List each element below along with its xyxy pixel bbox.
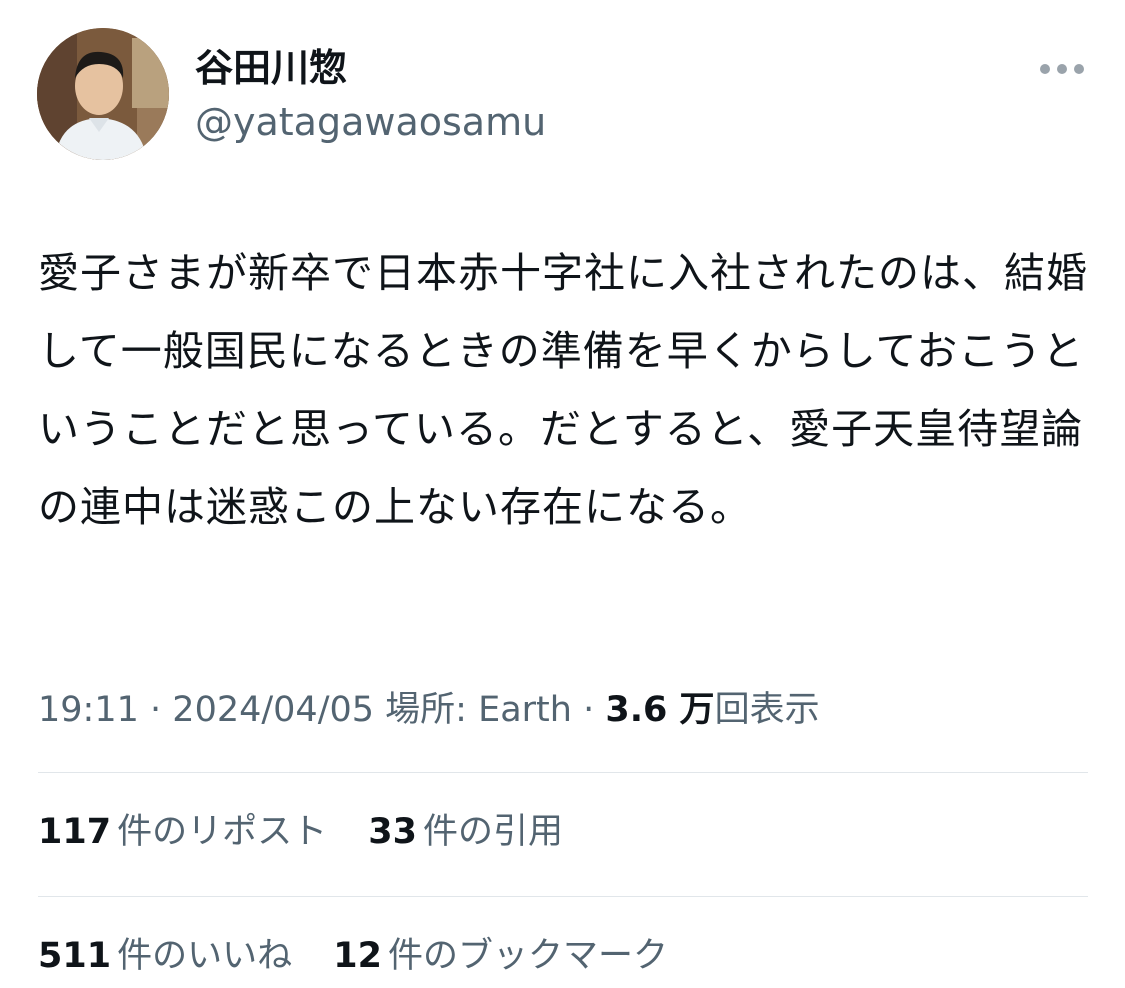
- tweet-time[interactable]: 19:11: [38, 690, 139, 730]
- view-count-label: 回表示: [714, 690, 820, 730]
- likes-count: 511: [38, 936, 112, 976]
- reposts-stat[interactable]: 117 件のリポスト: [38, 806, 327, 858]
- stats-row-likes: 511 件のいいね 12 件のブックマーク: [38, 930, 698, 982]
- likes-stat[interactable]: 511 件のいいね: [38, 930, 292, 982]
- divider: [38, 896, 1088, 897]
- quotes-count: 33: [368, 812, 417, 852]
- quotes-stat[interactable]: 33 件の引用: [368, 806, 563, 858]
- reposts-label: 件のリポスト: [117, 812, 328, 852]
- bookmarks-count: 12: [333, 936, 382, 976]
- meta-separator: ·: [583, 690, 595, 730]
- tweet-meta: 19:11 · 2024/04/05 場所: Earth · 3.6 万回表示: [38, 684, 820, 736]
- user-handle[interactable]: @yatagawaosamu: [195, 98, 546, 146]
- more-options-button[interactable]: [1030, 52, 1094, 84]
- likes-label: 件のいいね: [117, 936, 293, 976]
- tweet-location: 場所: Earth: [385, 690, 572, 730]
- tweet-date[interactable]: 2024/04/05: [172, 690, 374, 730]
- more-horizontal-icon: [1040, 64, 1050, 74]
- avatar[interactable]: [37, 28, 169, 160]
- more-horizontal-icon-dot: [1057, 64, 1067, 74]
- tweet-text: 愛子さまが新卒で日本赤十字社に入社されたのは、結婚して一般国民になるときの準備を…: [38, 249, 1088, 531]
- avatar-photo: [37, 28, 169, 160]
- bookmarks-stat[interactable]: 12 件のブックマーク: [333, 930, 668, 982]
- meta-separator: ·: [150, 690, 162, 730]
- bookmarks-label: 件のブックマーク: [387, 936, 668, 976]
- quotes-label: 件の引用: [422, 812, 563, 852]
- reposts-count: 117: [38, 812, 112, 852]
- display-name[interactable]: 谷田川惣: [195, 44, 347, 92]
- stats-row-reposts: 117 件のリポスト 33 件の引用: [38, 806, 593, 858]
- divider: [38, 772, 1088, 773]
- more-horizontal-icon-dot: [1074, 64, 1084, 74]
- view-count: 3.6 万: [605, 690, 715, 730]
